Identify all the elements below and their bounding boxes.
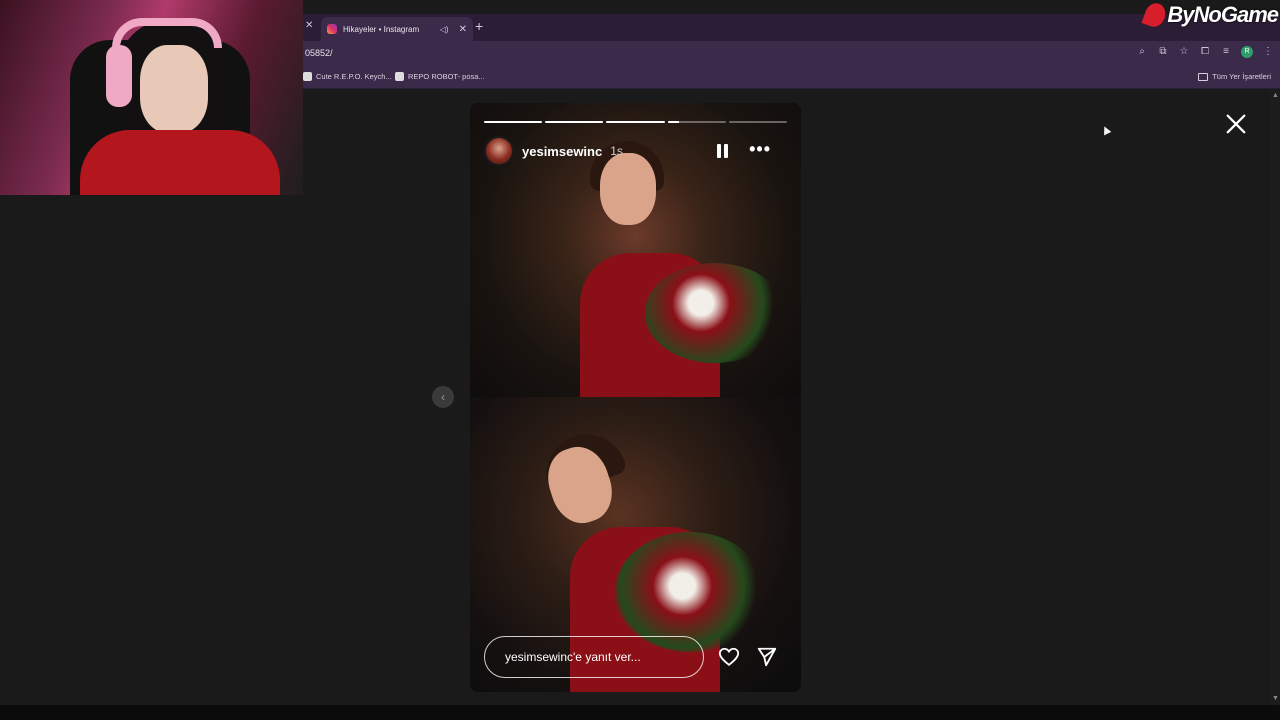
story-username[interactable]: yesimsewinc [522, 144, 602, 159]
scrollbar[interactable] [1270, 90, 1280, 705]
install-app-icon[interactable]: ⧉ [1157, 46, 1169, 58]
all-bookmarks-button[interactable]: Tüm Yer İşaretleri [1198, 72, 1271, 81]
bookmark-item[interactable]: REPO ROBOT- posa... [395, 72, 485, 81]
heart-icon[interactable] [718, 646, 740, 668]
extensions-icon[interactable]: ⧠ [1199, 46, 1211, 58]
pause-icon[interactable] [717, 144, 729, 158]
progress-segment [667, 121, 726, 123]
bookmark-star-icon[interactable]: ☆ [1178, 46, 1190, 58]
instagram-icon [327, 24, 337, 34]
bookmark-item[interactable]: Cute R.E.P.O. Keych... [303, 72, 392, 81]
toolbar-icons: ⌕ ⧉ ☆ ⧠ ≡ R ⋮ [1136, 46, 1274, 58]
send-icon[interactable] [756, 646, 778, 668]
progress-segment [484, 121, 543, 123]
tab-close-icon[interactable]: ✕ [459, 24, 467, 35]
tab-strip: ✕ Hikayeler • Instagram ◁) ✕ + [303, 14, 1280, 41]
tab-instagram[interactable]: Hikayeler • Instagram ◁) ✕ [321, 17, 473, 41]
screen: ✕ Hikayeler • Instagram ◁) ✕ + 05852/ ⌕ … [0, 0, 1280, 720]
address-toolbar: 05852/ ⌕ ⧉ ☆ ⧠ ≡ R ⋮ [303, 41, 1280, 67]
reply-input[interactable]: yesimsewinc'e yanıt ver... [484, 636, 704, 678]
tab-title: Hikayeler • Instagram [343, 24, 420, 34]
speaker-icon[interactable]: ◁) [440, 25, 449, 34]
folder-icon [1198, 72, 1209, 81]
story-card[interactable]: yesimsewinc 1s ••• yesimsewinc'e yanıt v… [470, 103, 801, 692]
close-story-icon[interactable] [1225, 113, 1247, 135]
progress-segment [606, 121, 665, 123]
taskbar-edge [0, 705, 1280, 720]
scroll-up-icon[interactable]: ▲ [1272, 92, 1279, 99]
logo-text: ByNoGame [1167, 2, 1279, 27]
all-bookmarks-label: Tüm Yer İşaretleri [1212, 72, 1271, 81]
progress-segment [545, 121, 604, 123]
zoom-icon[interactable]: ⌕ [1136, 46, 1148, 58]
bookmarks-bar: Cute R.E.P.O. Keych... REPO ROBOT- posa.… [303, 67, 1280, 89]
story-progress-bar [484, 121, 788, 123]
avatar[interactable] [484, 136, 514, 166]
story-time: 1s [610, 144, 623, 158]
logo-mark-icon [1141, 0, 1169, 30]
close-icon[interactable]: ✕ [305, 20, 313, 31]
bookmark-favicon-icon [303, 72, 312, 81]
bynogame-logo: ByNoGame [1141, 0, 1279, 30]
new-tab-icon[interactable]: + [475, 18, 483, 34]
progress-segment [728, 121, 788, 123]
bookmark-label: REPO ROBOT- posa... [408, 72, 485, 81]
more-options-icon[interactable]: ••• [749, 140, 771, 158]
media-control-icon[interactable]: ≡ [1220, 46, 1232, 58]
bookmark-favicon-icon [395, 72, 404, 81]
story-header: yesimsewinc 1s ••• [484, 136, 787, 166]
url-field[interactable]: 05852/ [305, 48, 333, 58]
webcam-overlay [0, 0, 303, 195]
menu-icon[interactable]: ⋮ [1262, 46, 1274, 58]
scroll-down-icon[interactable]: ▼ [1272, 695, 1279, 702]
profile-avatar[interactable]: R [1241, 46, 1253, 58]
previous-story-button[interactable]: ‹ [432, 386, 454, 408]
headphones [106, 45, 132, 107]
bookmark-label: Cute R.E.P.O. Keych... [316, 72, 392, 81]
